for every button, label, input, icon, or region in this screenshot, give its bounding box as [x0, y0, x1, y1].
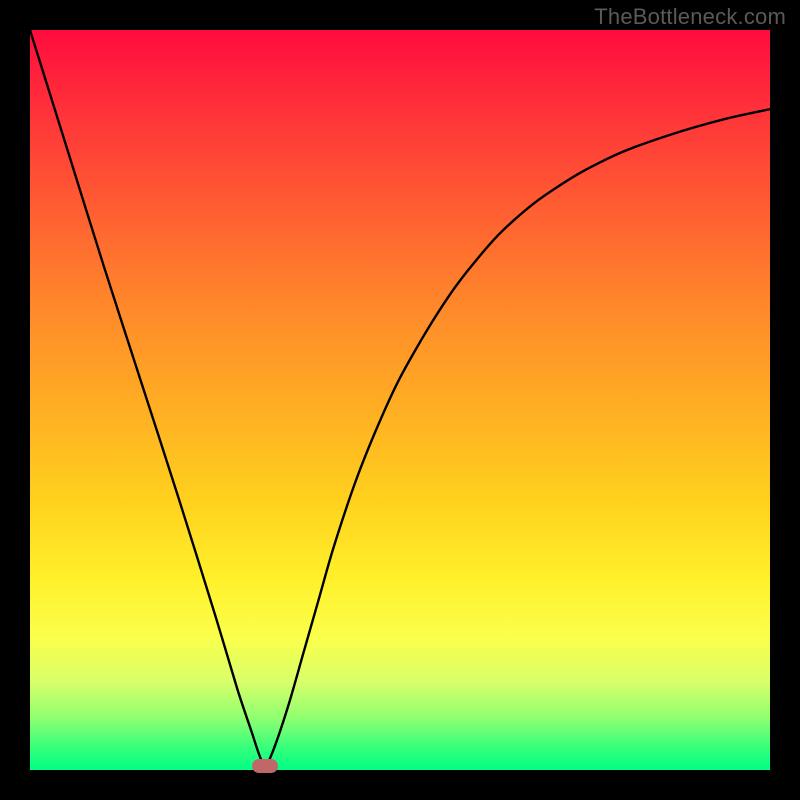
curve-svg: [30, 30, 770, 770]
chart-container: TheBottleneck.com: [0, 0, 800, 800]
watermark-text: TheBottleneck.com: [594, 4, 786, 30]
minimum-marker: [252, 759, 278, 773]
plot-area: [30, 30, 770, 770]
bottleneck-curve: [30, 30, 770, 766]
